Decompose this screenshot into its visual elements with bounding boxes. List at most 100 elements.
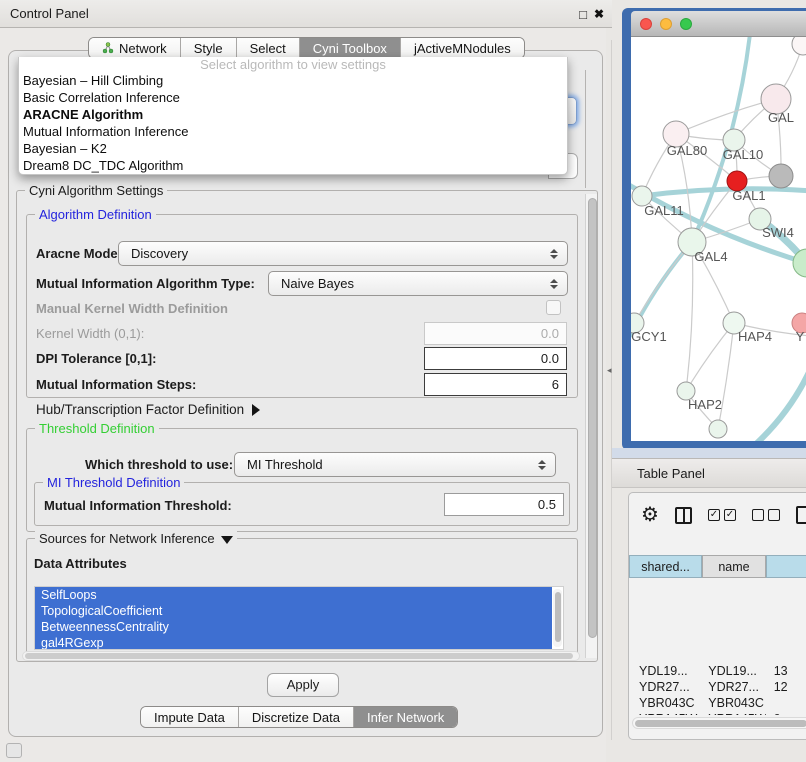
network-window-titlebar[interactable] bbox=[631, 11, 806, 37]
collapse-panel-button[interactable] bbox=[6, 743, 22, 758]
attribute-item-selected[interactable]: TopologicalCoefficient bbox=[35, 603, 552, 619]
mi-algorithm-type-select[interactable]: Naive Bayes bbox=[268, 271, 568, 296]
checked-checkbox-icon: ✓ bbox=[724, 509, 736, 521]
which-threshold-value: MI Threshold bbox=[235, 457, 538, 472]
float-window-icon[interactable]: □ bbox=[579, 7, 587, 22]
mi-algorithm-type-value: Naive Bayes bbox=[269, 276, 550, 291]
tab-infer-network[interactable]: Infer Network bbox=[354, 707, 457, 727]
expand-arrow-icon bbox=[252, 404, 260, 416]
threshold-definition-title: Threshold Definition bbox=[35, 421, 159, 436]
aracne-mode-value: Discovery bbox=[119, 246, 550, 261]
apply-button[interactable]: Apply bbox=[267, 673, 339, 697]
table-row[interactable]: YDL19...YDL19...13 bbox=[629, 663, 806, 679]
network-edge bbox=[631, 242, 692, 367]
mi-threshold-field[interactable]: 0.5 bbox=[444, 493, 564, 516]
table-cell: 9. bbox=[766, 711, 806, 715]
export-table-icon[interactable] bbox=[796, 506, 806, 524]
settings-scrollbar[interactable] bbox=[585, 194, 597, 658]
table-horizontal-scrollbar[interactable] bbox=[632, 717, 806, 729]
zoom-window-icon[interactable] bbox=[680, 18, 692, 30]
close-panel-icon[interactable]: ✖ bbox=[594, 7, 604, 21]
column-layout-icon[interactable] bbox=[675, 507, 692, 524]
aracne-mode-select[interactable]: Discovery bbox=[118, 241, 568, 266]
network-view-window: GALGAL80GAL10GAL1GAL11SWI4GAL4GCY1HAP4YH… bbox=[622, 8, 806, 450]
tab-select[interactable]: Select bbox=[237, 38, 300, 58]
sources-group-title[interactable]: Sources for Network Inference bbox=[35, 531, 237, 546]
algorithm-option[interactable]: Bayesian – K2 bbox=[19, 140, 567, 157]
network-node[interactable] bbox=[792, 37, 806, 55]
tab-style-label: Style bbox=[194, 41, 223, 56]
kernel-width-field[interactable]: 0.0 bbox=[424, 322, 567, 345]
attribute-item-selected[interactable]: BetweennessCentrality bbox=[35, 619, 552, 635]
dpi-tolerance-field[interactable]: 0.0 bbox=[424, 347, 567, 370]
checked-checkbox-icon: ✓ bbox=[708, 509, 720, 521]
algorithm-option[interactable]: Basic Correlation Inference bbox=[19, 89, 567, 106]
tab-cyni-toolbox[interactable]: Cyni Toolbox bbox=[300, 38, 401, 58]
show-columns-icon[interactable]: ✓ ✓ bbox=[708, 509, 736, 521]
algorithm-dropdown-prompt: Select algorithm to view settings bbox=[19, 57, 567, 72]
table-cell: YPR145W bbox=[629, 711, 702, 715]
settings-scrollbar-thumb[interactable] bbox=[588, 198, 597, 638]
manual-kernel-width-checkbox[interactable] bbox=[546, 300, 561, 315]
control-panel-tabbar: Network Style Select Cyni Toolbox jActiv… bbox=[88, 37, 525, 59]
attributes-scrollbar[interactable] bbox=[553, 589, 562, 647]
network-node[interactable] bbox=[769, 164, 793, 188]
table-body: YDL19...YDL19...13YDR27...YDR27...12YBR0… bbox=[629, 663, 806, 715]
algorithm-option-selected[interactable]: ARACNE Algorithm bbox=[19, 106, 567, 123]
minimize-window-icon[interactable] bbox=[660, 18, 672, 30]
network-node-label: GAL80 bbox=[667, 143, 707, 158]
tab-impute-data[interactable]: Impute Data bbox=[141, 707, 239, 727]
column-header-name[interactable]: name bbox=[702, 555, 766, 578]
divider-collapse-arrow-icon[interactable]: ◂ bbox=[607, 365, 612, 376]
hub-definition-toggle[interactable]: Hub/Transcription Factor Definition bbox=[36, 402, 260, 417]
combo-spinner-icon bbox=[550, 279, 558, 289]
table-toolbar: ⚙ ✓ ✓ bbox=[629, 493, 806, 537]
sources-hscroll-thumb[interactable] bbox=[25, 653, 573, 659]
table-panel-title: Table Panel bbox=[612, 466, 705, 481]
sources-horizontal-scrollbar[interactable] bbox=[22, 651, 580, 661]
table-body-clip: YDL19...YDL19...13YDR27...YDR27...12YBR0… bbox=[629, 578, 806, 715]
tab-impute-data-label: Impute Data bbox=[154, 710, 225, 725]
unchecked-checkbox-icon bbox=[768, 509, 780, 521]
tab-jactivemnodules[interactable]: jActiveMNodules bbox=[401, 38, 524, 58]
table-cell: YBR043C bbox=[702, 695, 765, 711]
data-attributes-label: Data Attributes bbox=[34, 556, 127, 571]
data-attributes-list[interactable]: SelfLoops TopologicalCoefficient Between… bbox=[34, 586, 564, 650]
network-tab-icon bbox=[102, 42, 114, 54]
table-panel-titlebar: Table Panel bbox=[612, 458, 806, 488]
tab-style[interactable]: Style bbox=[181, 38, 237, 58]
network-edge bbox=[686, 242, 693, 391]
unchecked-checkbox-icon bbox=[752, 509, 764, 521]
dpi-tolerance-label: DPI Tolerance [0,1]: bbox=[36, 351, 156, 366]
collapse-arrow-icon bbox=[221, 536, 233, 544]
table-row[interactable]: YPR145WYPR145W9. bbox=[629, 711, 806, 715]
control-panel-titlebar: Control Panel □ ✖ bbox=[0, 0, 612, 28]
close-window-icon[interactable] bbox=[640, 18, 652, 30]
network-canvas[interactable]: GALGAL80GAL10GAL1GAL11SWI4GAL4GCY1HAP4YH… bbox=[631, 37, 806, 441]
algorithm-option[interactable]: Bayesian – Hill Climbing bbox=[19, 72, 567, 89]
mi-steps-field[interactable]: 6 bbox=[424, 373, 567, 396]
table-row[interactable]: YDR27...YDR27...12 bbox=[629, 679, 806, 695]
tab-network[interactable]: Network bbox=[89, 38, 181, 58]
settings-group-title: Cyni Algorithm Settings bbox=[25, 183, 167, 198]
algorithm-option[interactable]: Dream8 DC_TDC Algorithm bbox=[19, 157, 567, 174]
algorithm-option[interactable]: Mutual Information Inference bbox=[19, 123, 567, 140]
desktop-strip bbox=[612, 448, 806, 458]
attribute-item-selected[interactable]: SelfLoops bbox=[35, 587, 552, 603]
column-header-clipped[interactable] bbox=[766, 555, 806, 578]
column-header-shared-name[interactable]: shared... bbox=[629, 555, 702, 578]
table-cell: YBR043C bbox=[629, 695, 702, 711]
sources-group-label: Sources for Network Inference bbox=[39, 531, 215, 546]
which-threshold-select[interactable]: MI Threshold bbox=[234, 452, 556, 477]
table-hscroll-thumb[interactable] bbox=[635, 720, 806, 727]
hide-columns-icon[interactable] bbox=[752, 509, 780, 521]
attribute-item-selected[interactable]: gal4RGexp bbox=[35, 635, 552, 650]
settings-gear-icon[interactable]: ⚙ bbox=[641, 505, 659, 525]
combo-spinner-icon bbox=[550, 249, 558, 259]
attributes-scrollbar-thumb[interactable] bbox=[555, 592, 561, 642]
network-edge bbox=[642, 189, 806, 196]
network-node-label: GAL11 bbox=[644, 203, 684, 218]
network-node[interactable] bbox=[709, 420, 727, 438]
table-row[interactable]: YBR043CYBR043C bbox=[629, 695, 806, 711]
tab-discretize-data[interactable]: Discretize Data bbox=[239, 707, 354, 727]
